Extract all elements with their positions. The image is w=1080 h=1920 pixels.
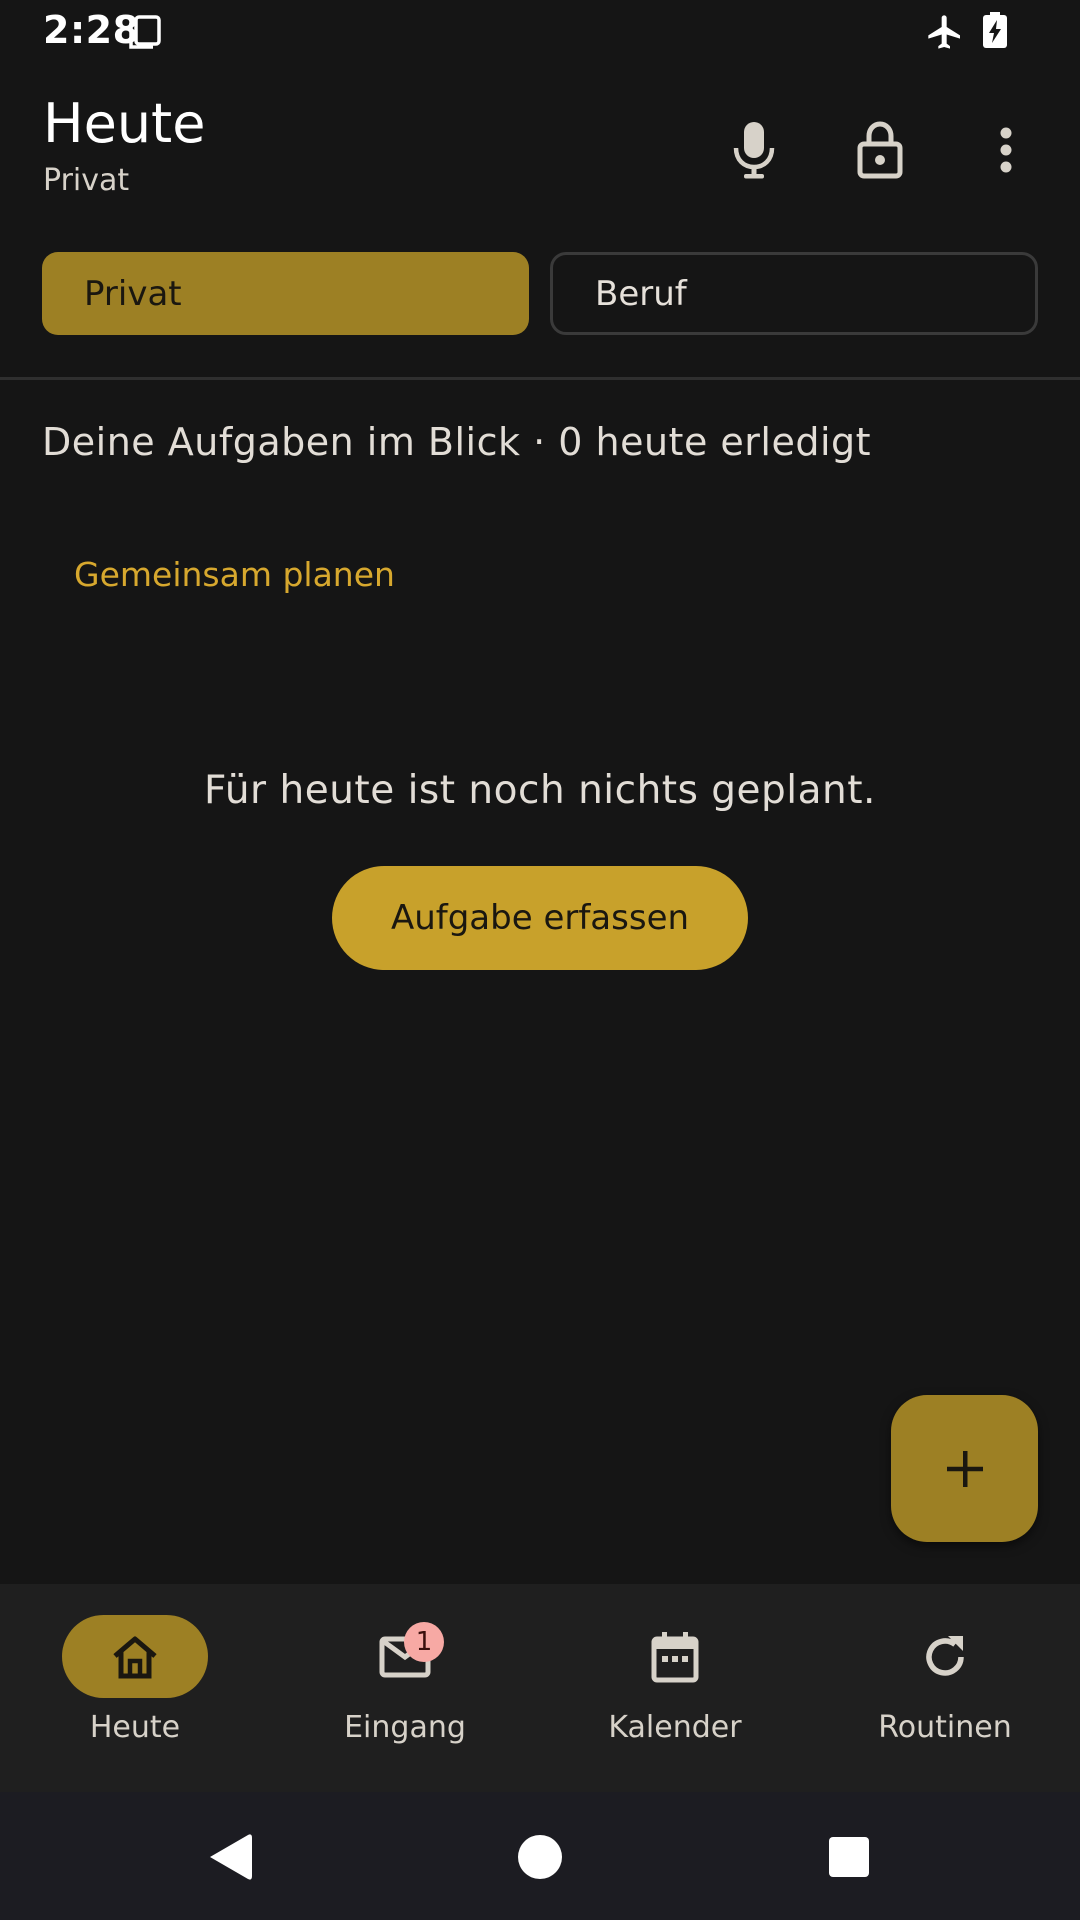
empty-state-message: Für heute ist noch nichts geplant. [204,768,876,813]
airplane-mode-icon [925,12,965,52]
nav-active-indicator [62,1615,208,1698]
sim-card-icon [128,14,162,50]
nav-icon-container [872,1615,1018,1698]
status-bar: 2:28 [0,0,1080,64]
status-time: 2:28 [43,8,140,52]
nav-icon-container [332,1615,478,1698]
page-title: Heute [43,92,206,155]
segment-beruf[interactable]: Beruf [550,252,1038,335]
nav-item-routinen[interactable]: Routinen [810,1584,1080,1792]
nav-item-kalender[interactable]: Kalender [540,1584,810,1792]
plus-icon [946,1450,983,1487]
page-subtitle: Privat [43,163,130,198]
system-back-button[interactable] [196,1822,266,1892]
add-task-button[interactable]: Aufgabe erfassen [332,866,748,970]
unread-badge: 1 [404,1622,444,1662]
nav-label-routinen: Routinen [878,1710,1012,1745]
nav-label-kalender: Kalender [608,1710,742,1745]
add-fab-button[interactable] [891,1395,1038,1542]
system-navigation-bar [0,1792,1080,1920]
bottom-navigation: Heute 1 Eingang Kalender Routinen [0,1584,1080,1792]
divider [0,377,1080,380]
back-triangle-icon [210,1834,252,1880]
today-screen: 2:28 Heute Privat Privat Beruf Deine Auf… [0,0,1080,1920]
nav-label-eingang: Eingang [344,1710,466,1745]
lock-button[interactable] [838,108,922,192]
plan-together-link[interactable]: Gemeinsam planen [74,555,395,594]
nav-icon-container [602,1615,748,1698]
nav-label-heute: Heute [89,1710,181,1745]
battery-charging-icon [983,12,1007,48]
more-vert-icon [1000,127,1012,173]
nav-item-eingang[interactable]: 1 Eingang [270,1584,540,1792]
lock-icon [857,121,903,179]
segment-privat[interactable]: Privat [42,252,529,335]
task-summary: Deine Aufgaben im Blick · 0 heute erledi… [42,420,872,464]
nav-item-heute[interactable]: Heute [0,1584,270,1792]
voice-input-button[interactable] [712,108,796,192]
refresh-icon [926,1635,964,1676]
system-recents-button[interactable] [814,1822,884,1892]
calendar-icon [651,1631,699,1682]
microphone-icon [733,122,775,179]
home-circle-icon [518,1835,562,1879]
recents-square-icon [829,1837,869,1877]
home-icon [113,1636,157,1678]
more-options-button[interactable] [964,108,1048,192]
system-home-button[interactable] [505,1822,575,1892]
